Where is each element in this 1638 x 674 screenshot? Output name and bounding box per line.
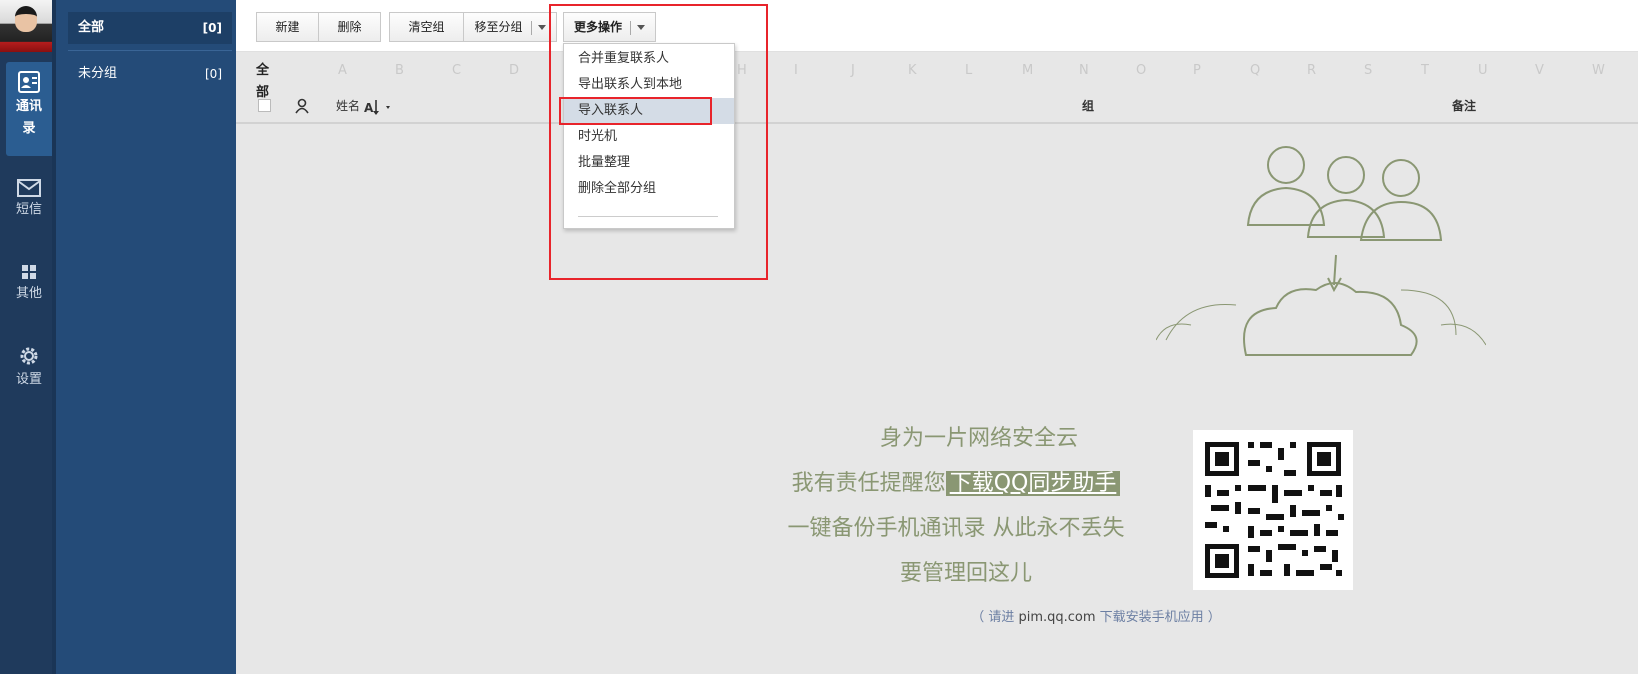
footer-prefix: （ 请进 [971, 610, 1015, 625]
letter-q[interactable]: Q [1250, 60, 1260, 82]
letter-s[interactable]: S [1364, 60, 1372, 82]
letter-w[interactable]: W [1592, 60, 1605, 82]
gear-icon [20, 347, 38, 365]
table-header: 姓名 A 电话 组 备注 [236, 92, 1638, 124]
group-divider [68, 50, 232, 51]
promo-line-1: 身为一片网络安全云 [879, 426, 1078, 451]
promo-line-3: 一键备份手机通讯录 从此永不丢失 [787, 516, 1125, 541]
promo-line-2-prefix: 我有责任提醒您 [791, 471, 946, 496]
letter-j[interactable]: J [851, 60, 855, 82]
move-to-group-label: 移至分组 [474, 20, 523, 34]
letter-n[interactable]: N [1079, 60, 1089, 82]
cloud-people-illustration [1156, 146, 1486, 356]
footer-note: （ 请进 pim.qq.com 下载安装手机应用 ） [856, 606, 1336, 625]
footer-suffix: 下载安装手机应用 ） [1099, 610, 1221, 625]
avatar[interactable] [0, 0, 52, 52]
annotation-box-menu [549, 4, 768, 280]
group-panel: 全部 [0] 未分组 [0] [52, 0, 236, 674]
nav-item-sms[interactable]: 短信 [6, 178, 52, 220]
letter-p[interactable]: P [1193, 60, 1201, 82]
column-note[interactable]: 备注 [1452, 92, 1476, 120]
promo-line-2: 我有责任提醒您 下载QQ同步助手 [786, 465, 1126, 497]
sort-az-icon[interactable]: A [364, 98, 396, 116]
letter-u[interactable]: U [1478, 60, 1488, 82]
group-item-all-label: 全部 [78, 20, 105, 35]
chevron-down-icon [537, 25, 546, 30]
avatar-face [15, 6, 37, 32]
nav-item-other[interactable]: 其他 [6, 262, 52, 304]
letter-c[interactable]: C [452, 60, 461, 82]
group-item-ungrouped-label: 未分组 [78, 66, 118, 81]
letter-d[interactable]: D [509, 60, 519, 82]
letter-i[interactable]: I [794, 60, 798, 82]
button-separator [530, 20, 532, 35]
letter-m[interactable]: M [1022, 60, 1033, 82]
letter-v[interactable]: V [1535, 60, 1544, 82]
download-qq-sync-link[interactable]: 下载QQ同步助手 [945, 471, 1121, 496]
group-item-all[interactable]: 全部 [0] [68, 12, 232, 44]
contacts-icon [18, 71, 40, 93]
group-item-ungrouped[interactable]: 未分组 [0] [68, 58, 232, 90]
clear-group-button[interactable]: 清空组 [389, 12, 464, 42]
nav-item-sms-label: 短信 [15, 202, 42, 217]
column-group[interactable]: 组 [1082, 92, 1094, 120]
delete-button[interactable]: 删除 [318, 12, 381, 42]
annotation-box-import [559, 97, 712, 125]
toolbar: 新建 删除 清空组 移至分组 更多操作 [236, 0, 1638, 52]
group-item-ungrouped-count: [0] [205, 67, 222, 81]
nav-item-settings[interactable]: 设置 [6, 344, 52, 390]
left-nav: 通讯录 短信 其他 设置 [0, 0, 52, 674]
nav-item-settings-label: 设置 [15, 372, 42, 387]
person-icon [295, 98, 309, 114]
letter-a[interactable]: A [338, 60, 347, 82]
footer-url-link[interactable]: pim.qq.com [1018, 610, 1095, 625]
letter-o[interactable]: O [1136, 60, 1146, 82]
main-area: 新建 删除 清空组 移至分组 更多操作 全部 A B C D E F G H I… [236, 0, 1638, 674]
grid-icon [22, 265, 36, 279]
letter-r[interactable]: R [1307, 60, 1316, 82]
letter-t[interactable]: T [1421, 60, 1429, 82]
select-all-checkbox[interactable] [258, 99, 271, 112]
nav-item-other-label: 其他 [15, 286, 42, 301]
column-name[interactable]: 姓名 [336, 92, 360, 120]
letter-b[interactable]: B [395, 60, 404, 82]
group-item-all-count: [0] [202, 21, 222, 35]
qr-code [1193, 430, 1353, 590]
move-to-group-button[interactable]: 移至分组 [463, 12, 557, 42]
promo-line-4: 要管理回这儿 [899, 561, 1032, 586]
nav-item-contacts-label: 通讯录 [15, 99, 42, 136]
letter-l[interactable]: L [965, 60, 972, 82]
svg-text:A: A [364, 101, 374, 115]
mail-icon [17, 179, 41, 197]
new-button[interactable]: 新建 [256, 12, 319, 42]
letter-k[interactable]: K [908, 60, 917, 82]
nav-item-contacts[interactable]: 通讯录 [6, 62, 52, 156]
